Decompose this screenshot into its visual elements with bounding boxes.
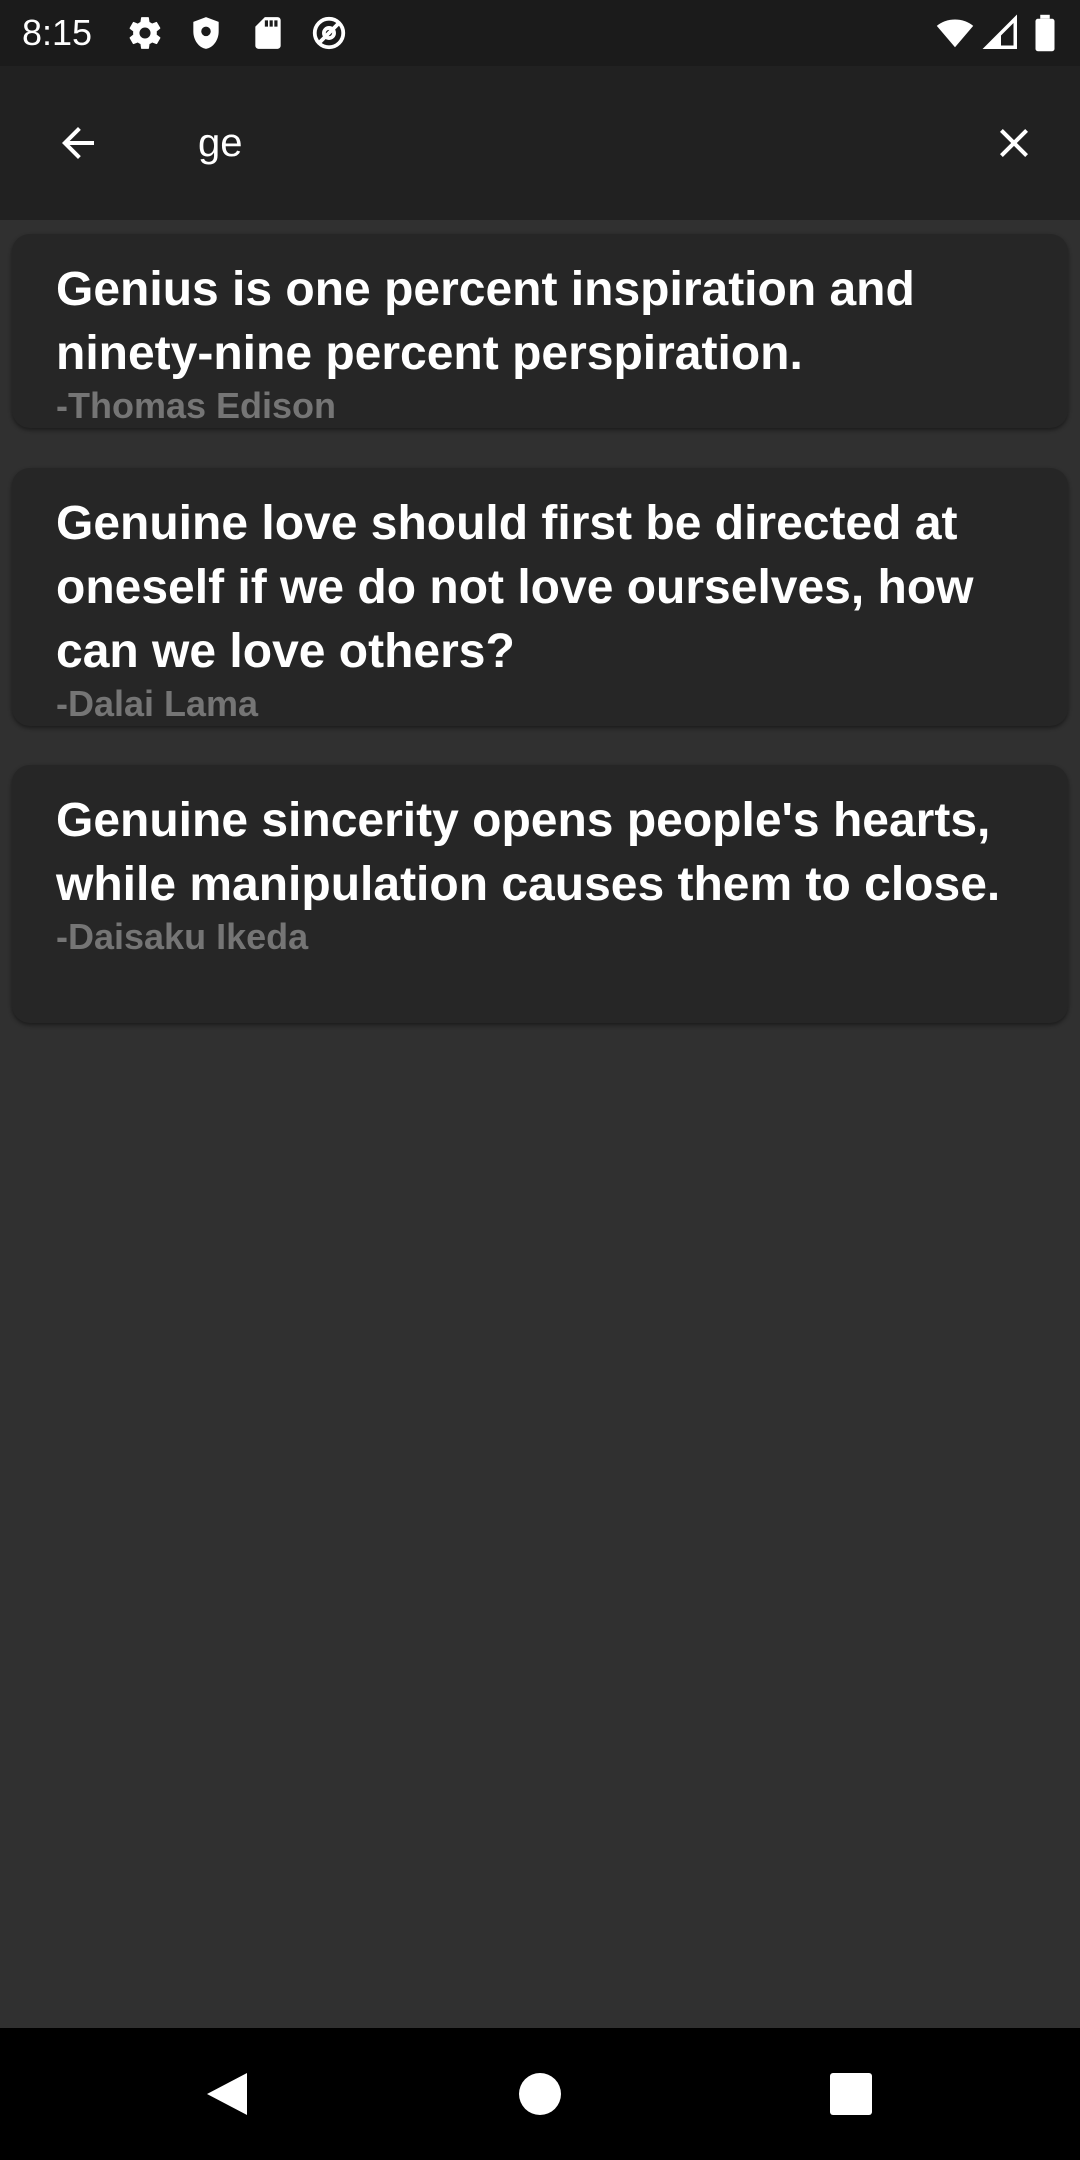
quote-card[interactable]: Genius is one percent inspiration and ni…: [12, 234, 1068, 428]
system-navigation-bar: [0, 2028, 1080, 2160]
quote-author: -Dalai Lama: [56, 683, 259, 724]
quote-card[interactable]: Genuine love should first be directed at…: [12, 468, 1068, 726]
nav-back-icon: [203, 2070, 249, 2118]
quote-card[interactable]: Genuine sincerity opens people's hearts,…: [12, 765, 1068, 1023]
nav-recents-icon: [830, 2073, 872, 2115]
search-input[interactable]: [198, 110, 958, 176]
sd-card-icon: [249, 14, 287, 52]
clear-search-button[interactable]: [974, 103, 1054, 183]
shield-icon: [187, 14, 225, 52]
cell-signal-icon: [982, 14, 1020, 52]
battery-icon: [1030, 14, 1060, 52]
quote-text: Genius is one percent inspiration and ni…: [56, 263, 915, 380]
close-icon: [990, 119, 1038, 167]
arrow-back-icon: [54, 119, 102, 167]
at-sign-icon: [310, 14, 348, 52]
quote-author: -Daisaku Ikeda: [56, 916, 309, 957]
nav-home-button[interactable]: [504, 2058, 576, 2130]
search-toolbar: [0, 66, 1080, 220]
status-bar: 8:15: [0, 0, 1080, 66]
quote-text: Genuine love should first be directed at…: [56, 497, 974, 678]
status-time: 8:15: [22, 12, 93, 53]
back-button[interactable]: [38, 103, 118, 183]
nav-home-icon: [518, 2072, 562, 2116]
settings-icon: [126, 14, 164, 52]
quote-author: -Thomas Edison: [56, 385, 337, 426]
wifi-icon: [934, 14, 976, 52]
quote-text: Genuine sincerity opens people's hearts,…: [56, 794, 1001, 911]
nav-recents-button[interactable]: [815, 2058, 887, 2130]
nav-back-button[interactable]: [190, 2058, 262, 2130]
